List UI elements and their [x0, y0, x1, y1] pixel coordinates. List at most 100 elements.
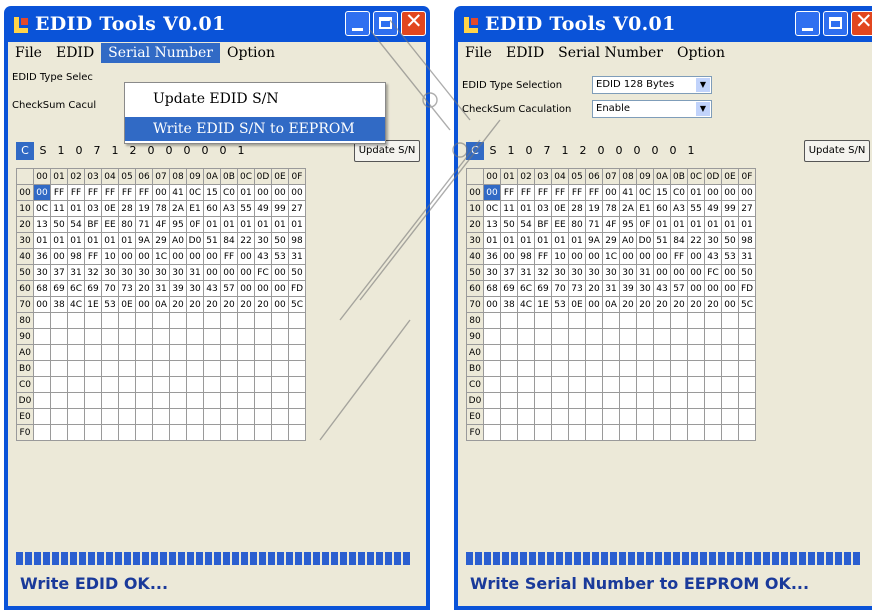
- hex-cell[interactable]: 00: [169, 248, 187, 265]
- hex-cell[interactable]: 31: [67, 264, 85, 281]
- hex-cell[interactable]: [152, 408, 170, 425]
- hex-cell[interactable]: [118, 360, 136, 377]
- hex-cell[interactable]: [687, 312, 705, 329]
- hex-cell[interactable]: 71: [135, 216, 153, 233]
- hex-cell[interactable]: 43: [254, 248, 272, 265]
- hex-cell[interactable]: [568, 360, 586, 377]
- hex-cell[interactable]: [135, 312, 153, 329]
- hex-cell[interactable]: [687, 344, 705, 361]
- hex-cell[interactable]: 11: [50, 200, 68, 217]
- hex-cell[interactable]: [670, 328, 688, 345]
- hex-cell[interactable]: 01: [254, 216, 272, 233]
- hex-cell[interactable]: 01: [118, 232, 136, 249]
- hex-cell[interactable]: [152, 312, 170, 329]
- hex-cell[interactable]: 00: [721, 280, 739, 297]
- hex-cell[interactable]: 4C: [67, 296, 85, 313]
- hex-cell[interactable]: 00: [288, 184, 306, 201]
- hex-cell[interactable]: 55: [687, 200, 705, 217]
- hex-cell[interactable]: 6C: [517, 280, 535, 297]
- hex-cell[interactable]: 50: [721, 232, 739, 249]
- checksum-select[interactable]: Enable ▼: [592, 100, 712, 118]
- hex-cell[interactable]: [721, 376, 739, 393]
- serial-cell[interactable]: 0: [646, 142, 664, 160]
- hex-cell[interactable]: [271, 344, 289, 361]
- hex-cell[interactable]: [50, 392, 68, 409]
- chevron-down-icon[interactable]: ▼: [696, 102, 710, 116]
- hex-cell[interactable]: 1E: [84, 296, 102, 313]
- hex-cell[interactable]: FF: [534, 184, 552, 201]
- hex-cell[interactable]: 00: [237, 280, 255, 297]
- hex-cell[interactable]: [152, 392, 170, 409]
- hex-cell[interactable]: 49: [704, 200, 722, 217]
- hex-cell[interactable]: 00: [33, 296, 51, 313]
- hex-cell[interactable]: [67, 312, 85, 329]
- hex-cell[interactable]: 13: [33, 216, 51, 233]
- hex-cell[interactable]: 00: [50, 248, 68, 265]
- hex-cell[interactable]: [271, 312, 289, 329]
- hex-cell[interactable]: [237, 424, 255, 441]
- hex-cell[interactable]: [568, 424, 586, 441]
- hex-cell[interactable]: [169, 344, 187, 361]
- serial-cell[interactable]: 0: [664, 142, 682, 160]
- hex-cell[interactable]: [738, 312, 756, 329]
- hex-cell[interactable]: [721, 360, 739, 377]
- hex-cell[interactable]: [254, 376, 272, 393]
- hex-cell[interactable]: 01: [33, 232, 51, 249]
- hex-cell[interactable]: [738, 424, 756, 441]
- hex-cell[interactable]: 32: [534, 264, 552, 281]
- serial-cell[interactable]: 1: [232, 142, 250, 160]
- hex-cell[interactable]: 99: [721, 200, 739, 217]
- hex-cell[interactable]: 28: [118, 200, 136, 217]
- hex-cell[interactable]: [585, 312, 603, 329]
- hex-cell[interactable]: [687, 328, 705, 345]
- hex-cell[interactable]: 00: [271, 184, 289, 201]
- hex-cell[interactable]: [84, 392, 102, 409]
- hex-cell[interactable]: 50: [271, 232, 289, 249]
- hex-cell[interactable]: [101, 392, 119, 409]
- hex-cell[interactable]: 01: [67, 232, 85, 249]
- hex-cell[interactable]: 20: [237, 296, 255, 313]
- hex-cell[interactable]: D0: [636, 232, 654, 249]
- hex-cell[interactable]: 01: [517, 232, 535, 249]
- hex-cell[interactable]: E1: [186, 200, 204, 217]
- hex-cell[interactable]: [500, 376, 518, 393]
- hex-cell[interactable]: 54: [67, 216, 85, 233]
- hex-cell[interactable]: [653, 392, 671, 409]
- hex-cell[interactable]: [483, 344, 501, 361]
- hex-cell[interactable]: [704, 424, 722, 441]
- hex-cell[interactable]: 20: [619, 296, 637, 313]
- hex-cell[interactable]: FF: [135, 184, 153, 201]
- hex-cell[interactable]: 98: [517, 248, 535, 265]
- serial-cell[interactable]: 2: [574, 142, 592, 160]
- hex-cell[interactable]: [636, 376, 654, 393]
- hex-cell[interactable]: 31: [152, 280, 170, 297]
- hex-cell[interactable]: [50, 424, 68, 441]
- hex-cell[interactable]: 49: [254, 200, 272, 217]
- hex-cell[interactable]: [186, 408, 204, 425]
- hex-cell[interactable]: [220, 328, 238, 345]
- hex-cell[interactable]: [687, 408, 705, 425]
- hex-cell[interactable]: 01: [101, 232, 119, 249]
- hex-cell[interactable]: [483, 408, 501, 425]
- hex-cell[interactable]: C0: [670, 184, 688, 201]
- hex-cell[interactable]: 78: [602, 200, 620, 217]
- hex-cell[interactable]: [288, 344, 306, 361]
- chevron-down-icon[interactable]: ▼: [696, 78, 710, 92]
- hex-cell[interactable]: 00: [271, 264, 289, 281]
- hex-cell[interactable]: 30: [551, 264, 569, 281]
- hex-cell[interactable]: 43: [203, 280, 221, 297]
- hex-cell[interactable]: [220, 360, 238, 377]
- hex-cell[interactable]: 01: [50, 232, 68, 249]
- hex-cell[interactable]: [186, 360, 204, 377]
- hex-cell[interactable]: [50, 376, 68, 393]
- hex-cell[interactable]: [721, 344, 739, 361]
- hex-cell[interactable]: 10: [101, 248, 119, 265]
- hex-cell[interactable]: BF: [534, 216, 552, 233]
- hex-cell[interactable]: [288, 360, 306, 377]
- hex-cell[interactable]: 43: [704, 248, 722, 265]
- hex-cell[interactable]: [568, 344, 586, 361]
- hex-cell[interactable]: 0F: [636, 216, 654, 233]
- hex-cell[interactable]: [101, 344, 119, 361]
- hex-cell[interactable]: [721, 408, 739, 425]
- hex-cell[interactable]: [517, 376, 535, 393]
